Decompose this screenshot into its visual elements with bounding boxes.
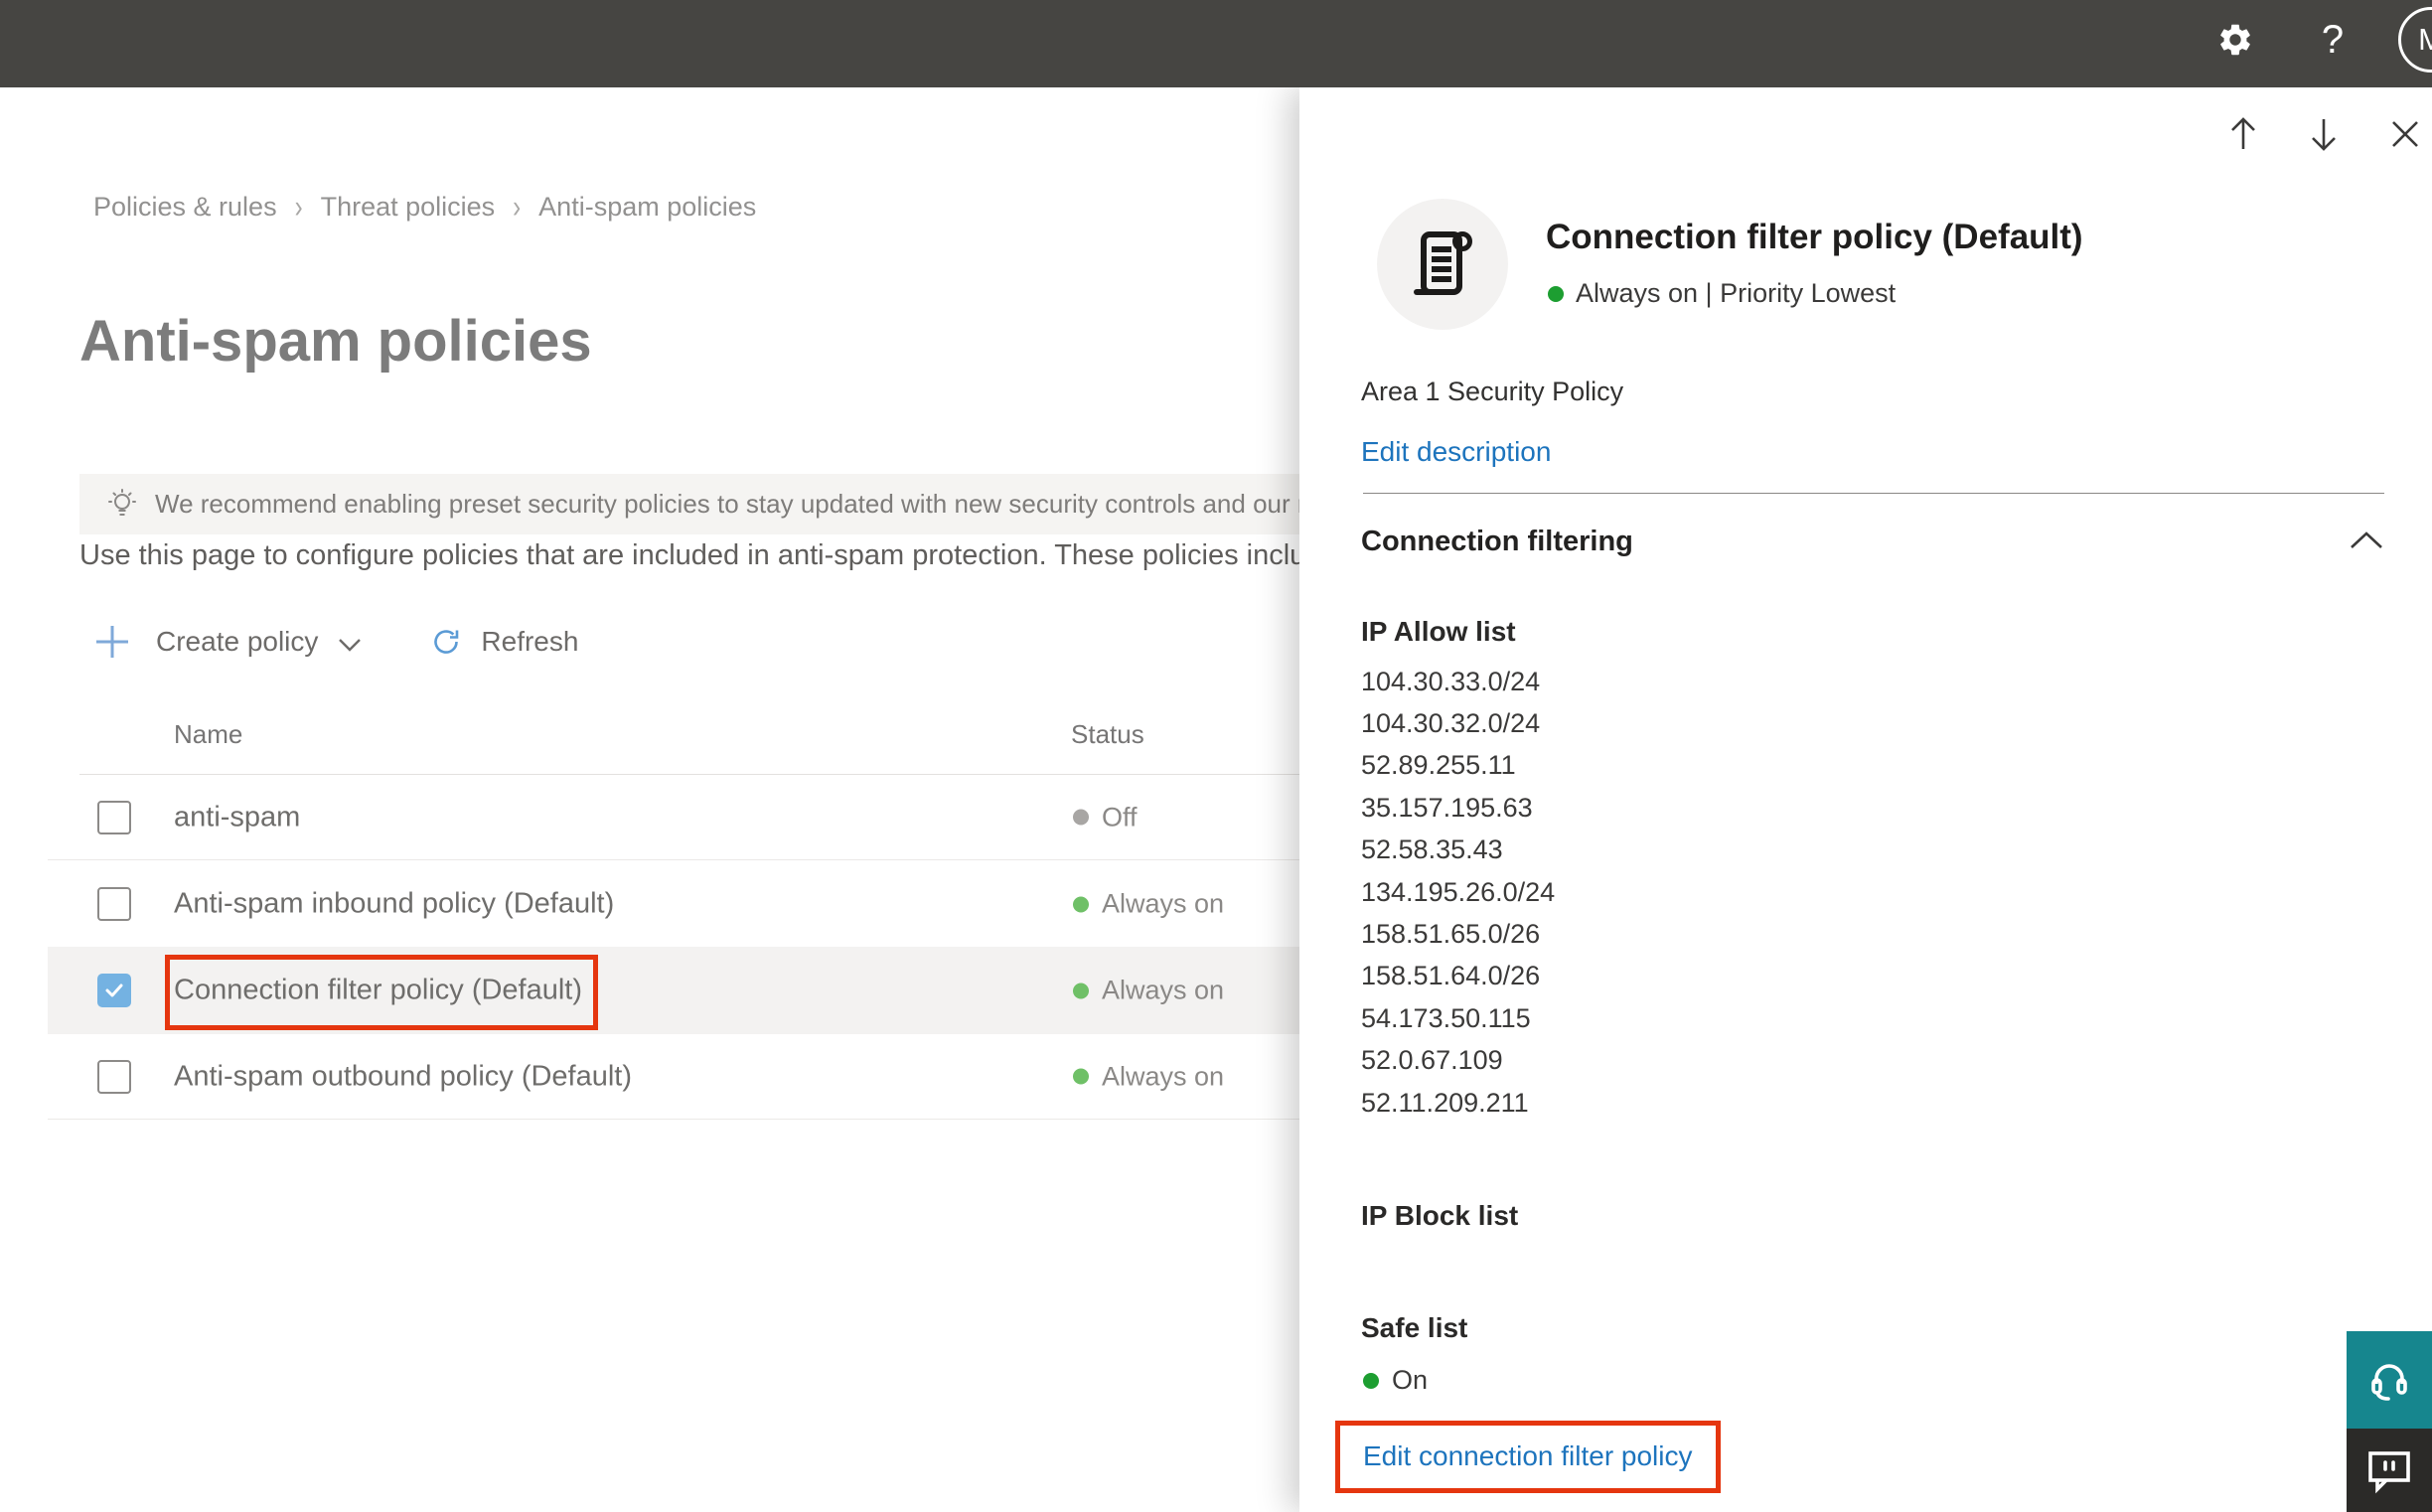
plus-icon: [96, 626, 128, 658]
gear-icon: [2220, 24, 2250, 56]
panel-title: Connection filter policy (Default): [1546, 218, 2083, 256]
toolbar: Create policy Refresh: [94, 614, 578, 670]
status-cell: Off: [1073, 802, 1138, 832]
ip-entry: 52.11.209.211: [1361, 1087, 1529, 1118]
ip-entry: 104.30.33.0/24: [1361, 666, 1541, 696]
status-dot-on: [1073, 896, 1089, 912]
table-row[interactable]: Anti-spam inbound policy (Default) Alway…: [48, 861, 1331, 947]
breadcrumb-separator: ›: [513, 188, 522, 226]
panel-divider: [1363, 493, 2384, 494]
breadcrumb: Policies & rules › Threat policies › Ant…: [93, 189, 756, 225]
support-button[interactable]: [2347, 1331, 2432, 1429]
row-checkbox[interactable]: [97, 887, 131, 921]
previous-item-arrow-up-icon[interactable]: [2221, 112, 2265, 156]
breadcrumb-separator: ›: [294, 188, 303, 226]
account-avatar[interactable]: M: [2398, 7, 2432, 73]
next-item-arrow-down-icon[interactable]: [2302, 112, 2346, 156]
ip-block-list-title: IP Block list: [1361, 1200, 1519, 1231]
panel-status: Always on | Priority Lowest: [1548, 278, 1896, 309]
breadcrumb-policies-rules[interactable]: Policies & rules: [93, 192, 277, 223]
section-title-connection-filtering: Connection filtering: [1361, 526, 1633, 557]
refresh-button[interactable]: Refresh: [481, 626, 578, 658]
policy-scroll-avatar: [1377, 199, 1508, 330]
headset-icon: [2371, 1364, 2407, 1401]
ip-allow-list-title: IP Allow list: [1361, 616, 1516, 647]
status-label: Always on: [1102, 975, 1225, 1005]
status-label: Off: [1102, 802, 1138, 832]
ip-entry: 158.51.64.0/26: [1361, 961, 1541, 991]
policy-scroll-icon: [1414, 231, 1472, 295]
page-description: Use this page to configure policies that…: [79, 539, 1331, 571]
table-row-selected[interactable]: Connection filter policy (Default) Alway…: [48, 947, 1331, 1034]
collapse-chevron-up-icon[interactable]: [2349, 530, 2384, 555]
close-icon[interactable]: [2383, 112, 2427, 156]
row-checkbox[interactable]: [97, 800, 131, 834]
banner-text: We recommend enabling preset security po…: [155, 489, 1331, 519]
ip-entry: 35.157.195.63: [1361, 792, 1533, 823]
breadcrumb-threat-policies[interactable]: Threat policies: [321, 192, 496, 223]
app-window: ? M Policies & rules › Threat policies ›…: [0, 0, 2432, 1512]
create-policy-button[interactable]: Create policy: [156, 626, 318, 658]
lightbulb-icon: [108, 488, 136, 516]
edit-connection-filter-policy-link[interactable]: Edit connection filter policy: [1363, 1440, 1693, 1472]
edit-description-link[interactable]: Edit description: [1361, 436, 1551, 468]
status-dot-off: [1073, 809, 1089, 826]
feedback-button[interactable]: [2347, 1429, 2432, 1512]
policy-name[interactable]: anti-spam: [174, 801, 300, 833]
status-label: Always on: [1102, 1061, 1225, 1091]
safe-list-status-text: On: [1392, 1365, 1429, 1395]
details-flyout-panel: Connection filter policy (Default) Alway…: [1299, 87, 2432, 1512]
policy-name[interactable]: Anti-spam outbound policy (Default): [174, 1060, 632, 1093]
ip-entry: 52.0.67.109: [1361, 1045, 1503, 1076]
ip-entry: 52.58.35.43: [1361, 834, 1503, 865]
status-dot-on: [1073, 1068, 1089, 1085]
ip-allow-list: 104.30.33.0/24 104.30.32.0/24 52.89.255.…: [1361, 661, 1555, 1124]
row-checkbox-checked[interactable]: [97, 974, 131, 1007]
table-row[interactable]: anti-spam Off: [48, 775, 1331, 860]
safe-list-status: On: [1363, 1365, 1428, 1396]
breadcrumb-anti-spam-policies[interactable]: Anti-spam policies: [538, 192, 756, 223]
column-header-status[interactable]: Status: [1071, 719, 1144, 750]
ip-entry: 54.173.50.115: [1361, 1002, 1531, 1033]
policy-description: Area 1 Security Policy: [1361, 377, 1624, 406]
chat-feedback-icon: [2368, 1451, 2410, 1494]
ip-entry: 158.51.65.0/26: [1361, 919, 1541, 950]
status-dot-on: [1073, 983, 1089, 998]
policy-name[interactable]: Connection filter policy (Default): [174, 975, 582, 1007]
ip-entry: 134.195.26.0/24: [1361, 876, 1556, 907]
page-title: Anti-spam policies: [79, 309, 592, 374]
status-cell: Always on: [1073, 1061, 1224, 1092]
help-icon[interactable]: ?: [2311, 14, 2355, 66]
refresh-icon: [434, 630, 459, 654]
checkmark-icon: [105, 983, 123, 997]
status-dot-on: [1363, 1372, 1379, 1389]
status-cell: Always on: [1073, 976, 1224, 1006]
settings-gear-icon[interactable]: [2213, 18, 2257, 62]
status-dot-on: [1548, 285, 1564, 302]
panel-status-text: Always on | Priority Lowest: [1576, 278, 1897, 308]
ip-entry: 52.89.255.11: [1361, 750, 1516, 781]
recommendation-banner: We recommend enabling preset security po…: [79, 474, 1331, 534]
policy-name[interactable]: Anti-spam inbound policy (Default): [174, 888, 614, 921]
table-row[interactable]: Anti-spam outbound policy (Default) Alwa…: [48, 1034, 1331, 1120]
row-checkbox[interactable]: [97, 1059, 131, 1094]
chevron-down-icon[interactable]: [338, 638, 362, 652]
ip-entry: 104.30.32.0/24: [1361, 708, 1541, 739]
top-bar: ? M: [0, 0, 2432, 87]
status-label: Always on: [1102, 888, 1225, 919]
safe-list-title: Safe list: [1361, 1312, 1468, 1343]
status-cell: Always on: [1073, 889, 1224, 920]
column-header-name[interactable]: Name: [174, 719, 242, 750]
